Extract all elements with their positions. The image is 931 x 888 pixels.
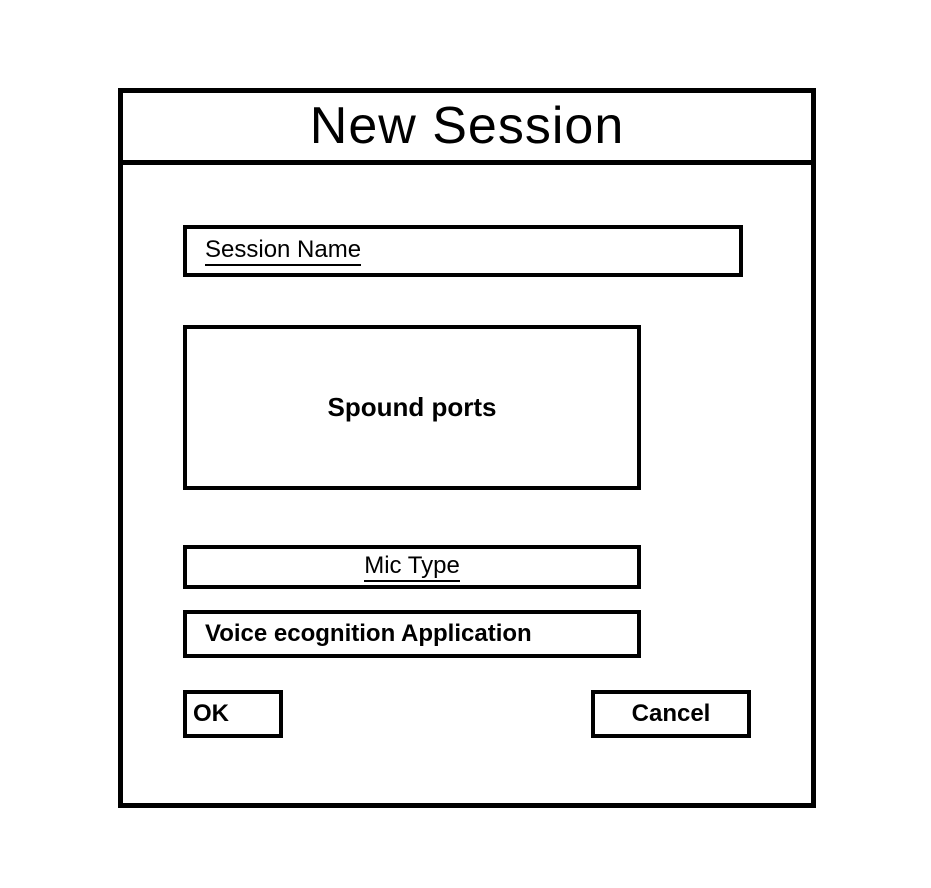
session-name-input[interactable]: Session Name bbox=[183, 225, 743, 277]
mic-type-label: Mic Type bbox=[364, 552, 460, 582]
new-session-dialog: New Session Session Name Spound ports Mi… bbox=[118, 88, 816, 808]
cancel-button[interactable]: Cancel bbox=[591, 690, 751, 738]
session-name-label: Session Name bbox=[205, 236, 361, 266]
voice-recognition-select[interactable]: Voice ecognition Application bbox=[183, 610, 641, 658]
voice-recognition-label: Voice ecognition Application bbox=[205, 620, 532, 648]
dialog-title: New Session bbox=[123, 93, 811, 165]
ok-button[interactable]: OK bbox=[183, 690, 283, 738]
sound-ports-label: Spound ports bbox=[328, 392, 497, 423]
dialog-content: Session Name Spound ports Mic Type Voice… bbox=[123, 165, 811, 803]
button-row: OK Cancel bbox=[183, 690, 751, 740]
sound-ports-panel[interactable]: Spound ports bbox=[183, 325, 641, 490]
mic-type-select[interactable]: Mic Type bbox=[183, 545, 641, 589]
